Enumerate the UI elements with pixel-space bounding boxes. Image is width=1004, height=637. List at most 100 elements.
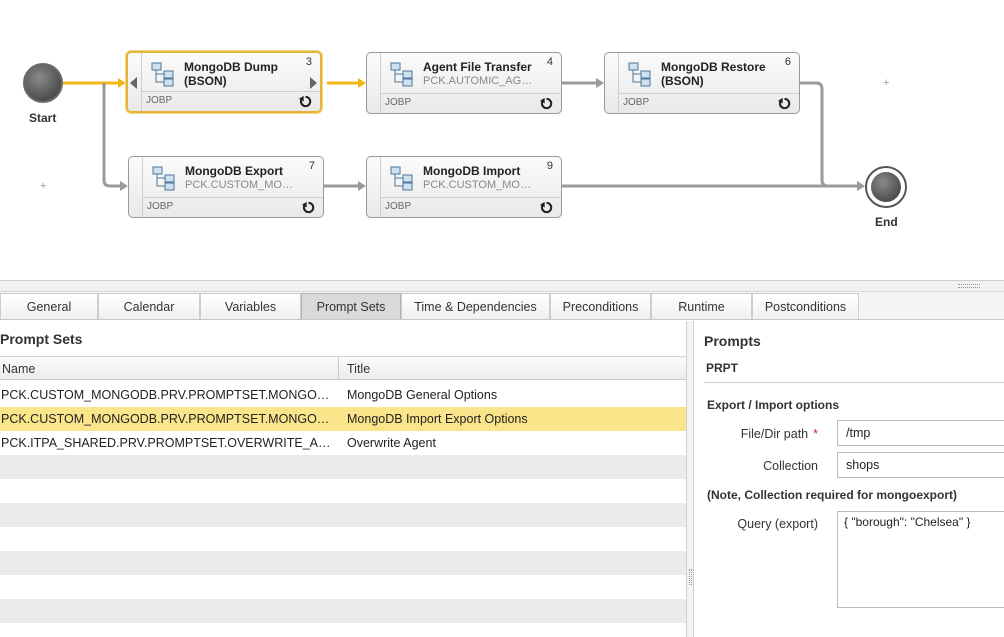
task-title: MongoDB Import <box>423 164 521 178</box>
query-export-label: Query (export) <box>737 517 818 531</box>
tab-variables[interactable]: Variables <box>200 293 301 319</box>
row-name: PCK.CUSTOM_MONGODB.PRV.PROMPTSET.MONGODB… <box>1 412 331 426</box>
prompt-sets-heading: Prompt Sets <box>0 331 83 347</box>
prompt-sets-panel: Prompt Sets Name Title PCK.CUSTOM_MONGOD… <box>0 321 686 637</box>
tab-time-dependencies[interactable]: Time & Dependencies <box>401 293 550 319</box>
column-header-name[interactable]: Name <box>2 362 35 376</box>
workflow-object-icon <box>390 166 413 191</box>
task-title: Agent File Transfer <box>423 60 532 74</box>
column-header-title[interactable]: Title <box>347 362 370 376</box>
workflow-object-icon <box>152 166 175 191</box>
task-title: MongoDB Restore <box>661 60 766 74</box>
empty-row <box>0 599 686 623</box>
restart-icon[interactable] <box>302 201 315 214</box>
splitter-grip-icon[interactable] <box>689 569 692 585</box>
task-mongodb-restore[interactable]: MongoDB Restore (BSON) 6 JOBP <box>604 52 800 114</box>
task-type: JOBP <box>385 97 412 108</box>
workflow-object-icon <box>390 62 413 87</box>
tab-prompt-sets[interactable]: Prompt Sets <box>301 293 401 319</box>
empty-row <box>0 623 686 637</box>
collection-note: (Note, Collection required for mongoexpo… <box>707 488 958 502</box>
task-type: JOBP <box>146 95 173 106</box>
restart-icon[interactable] <box>778 97 791 110</box>
collapse-left-icon[interactable] <box>130 77 137 89</box>
restart-icon[interactable] <box>540 97 553 110</box>
end-node[interactable] <box>865 166 907 208</box>
end-label: End <box>875 215 898 229</box>
collection-label: Collection <box>763 459 818 473</box>
empty-row <box>0 479 686 503</box>
arrowhead <box>118 78 126 88</box>
required-marker: * <box>813 427 818 441</box>
workflow-connections <box>63 78 865 191</box>
empty-row <box>0 503 686 527</box>
task-number: 9 <box>546 160 553 172</box>
tab-general[interactable]: General <box>0 293 98 319</box>
table-row[interactable]: PCK.ITPA_SHARED.PRV.PROMPTSET.OVERWRITE_… <box>0 431 686 455</box>
empty-row <box>0 575 686 599</box>
start-label: Start <box>29 111 57 125</box>
empty-row <box>0 527 686 551</box>
row-name: PCK.ITPA_SHARED.PRV.PROMPTSET.OVERWRITE_… <box>1 436 331 450</box>
task-title-line2: (BSON) <box>184 74 227 88</box>
task-title: MongoDB Export <box>185 164 283 178</box>
task-type: JOBP <box>147 201 174 212</box>
tab-postconditions[interactable]: Postconditions <box>752 293 859 319</box>
workflow-canvas[interactable]: Start End MongoDB Dump (BSON) 3 JOBP Agen… <box>0 0 1004 282</box>
empty-row <box>0 455 686 479</box>
expand-right-icon[interactable] <box>310 77 317 89</box>
file-dir-path-input[interactable] <box>837 420 1004 446</box>
add-node-plus-icon[interactable]: + <box>883 77 889 89</box>
task-number: 6 <box>784 56 791 68</box>
task-mongodb-dump[interactable]: MongoDB Dump (BSON) 3 JOBP <box>126 51 322 113</box>
vertical-splitter[interactable] <box>686 321 694 637</box>
arrowhead <box>120 181 128 191</box>
task-number: 3 <box>305 56 312 68</box>
table-row-selected[interactable]: PCK.CUSTOM_MONGODB.PRV.PROMPTSET.MONGODB… <box>0 407 686 431</box>
restart-icon[interactable] <box>540 201 553 214</box>
task-subtitle: PCK.CUSTOM_MON... <box>423 179 535 191</box>
task-agent-file-transfer[interactable]: Agent File Transfer PCK.AUTOMIC_AGE... 4… <box>366 52 562 114</box>
collection-input[interactable] <box>837 452 1004 478</box>
splitter-grip-icon[interactable] <box>958 284 980 288</box>
arrowhead <box>358 78 366 88</box>
panel-splitter[interactable] <box>0 280 1004 292</box>
task-number: 4 <box>546 56 553 68</box>
arrowhead <box>596 78 604 88</box>
link-restore-end <box>800 81 857 188</box>
link-start-export <box>102 83 120 188</box>
prpt-label: PRPT <box>706 361 739 375</box>
task-type: JOBP <box>623 97 650 108</box>
task-subtitle: PCK.AUTOMIC_AGE... <box>423 75 535 87</box>
table-row[interactable]: PCK.CUSTOM_MONGODB.PRV.PROMPTSET.MONGODB… <box>0 383 686 407</box>
task-title-line2: (BSON) <box>661 74 704 88</box>
start-node[interactable] <box>23 63 63 103</box>
arrowhead <box>857 181 865 191</box>
tab-runtime[interactable]: Runtime <box>651 293 752 319</box>
prompts-heading: Prompts <box>704 333 761 349</box>
tab-preconditions[interactable]: Preconditions <box>550 293 651 319</box>
add-node-plus-icon[interactable]: + <box>40 180 46 192</box>
tab-bar: General Calendar Variables Prompt Sets T… <box>0 292 1004 320</box>
workflow-object-icon <box>151 62 174 87</box>
query-export-textarea[interactable]: { "borough": "Chelsea" } <box>837 511 1004 608</box>
file-dir-label: File/Dir path <box>740 427 809 441</box>
task-type: JOBP <box>385 201 412 212</box>
row-title: MongoDB General Options <box>347 388 498 402</box>
prompts-panel: Prompts PRPT Export / Import options Fil… <box>694 321 1004 637</box>
row-title: Overwrite Agent <box>347 436 436 450</box>
restart-icon[interactable] <box>299 95 312 108</box>
row-name: PCK.CUSTOM_MONGODB.PRV.PROMPTSET.MONGODB… <box>1 388 331 402</box>
section-export-import: Export / Import options <box>707 398 839 412</box>
task-mongodb-export[interactable]: MongoDB Export PCK.CUSTOM_MON... 7 JOBP <box>128 156 324 218</box>
task-title: MongoDB Dump <box>184 60 278 74</box>
empty-row <box>0 551 686 575</box>
task-mongodb-import[interactable]: MongoDB Import PCK.CUSTOM_MON... 9 JOBP <box>366 156 562 218</box>
workflow-object-icon <box>628 62 651 87</box>
grid-header: Name Title <box>0 356 686 380</box>
row-title: MongoDB Import Export Options <box>347 412 528 426</box>
tab-calendar[interactable]: Calendar <box>98 293 200 319</box>
arrowhead <box>358 181 366 191</box>
task-number: 7 <box>308 160 315 172</box>
task-subtitle: PCK.CUSTOM_MON... <box>185 179 297 191</box>
